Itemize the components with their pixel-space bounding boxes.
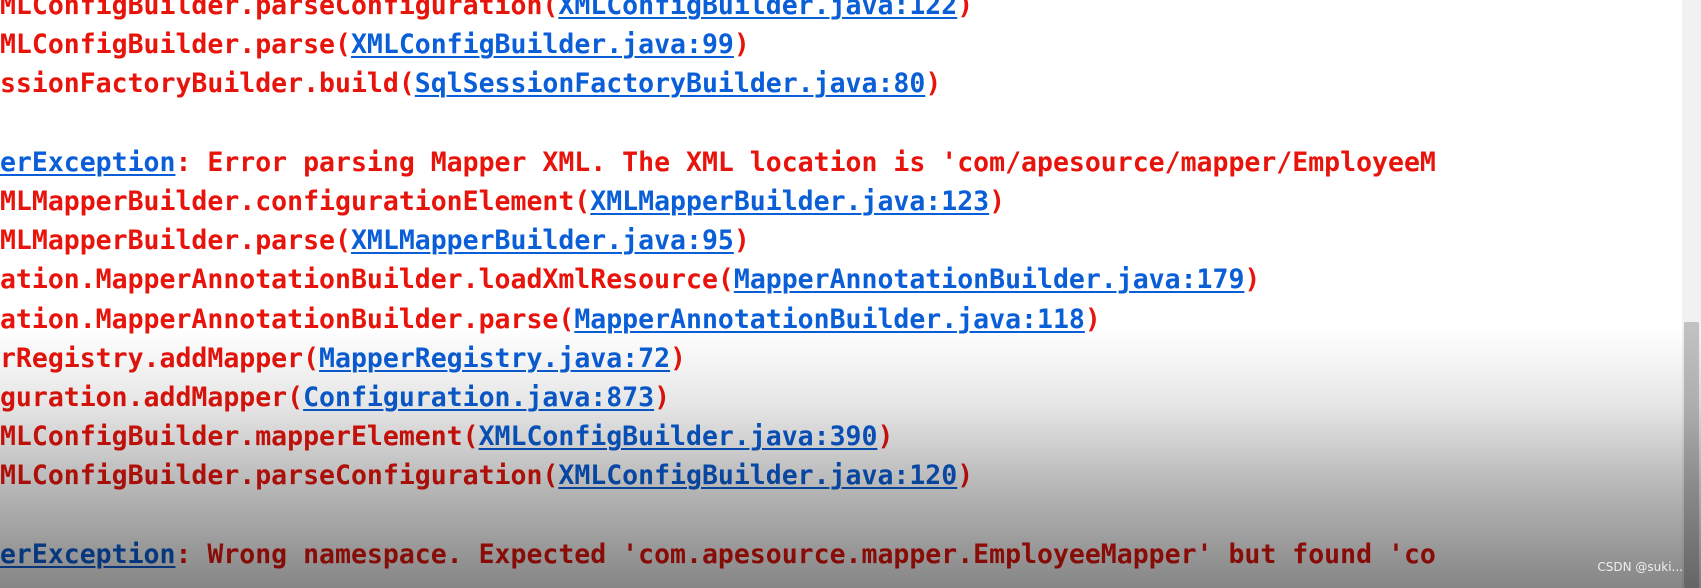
trace-text: tation.MapperAnnotationBuilder.parse( (0, 303, 575, 335)
csdn-watermark: CSDN @suki... (1597, 560, 1683, 574)
trace-text: : Error parsing Mapper XML. The XML loca… (175, 146, 1436, 178)
trace-text: ) (654, 381, 671, 413)
console-line: derException: Error parsing Mapper XML. … (0, 143, 1674, 182)
source-link[interactable]: derException (0, 539, 175, 570)
console-line: XMLMapperBuilder.parse(XMLMapperBuilder.… (0, 221, 1674, 260)
source-link[interactable]: MapperAnnotationBuilder.java:118 (574, 304, 1085, 335)
trace-text: ) (877, 421, 894, 453)
source-link[interactable]: XMLConfigBuilder.java:120 (558, 460, 957, 491)
trace-text: ) (1244, 264, 1261, 296)
console-line: tation.MapperAnnotationBuilder.parse(Map… (0, 300, 1674, 339)
stack-trace-output: XMLConfigBuilder.parseConfiguration(XMLC… (0, 0, 1674, 588)
trace-text: ) (957, 460, 974, 492)
trace-text: XMLConfigBuilder.parseConfiguration( (0, 460, 559, 492)
source-link[interactable]: Configuration.java:873 (303, 382, 654, 413)
console-line: essionFactoryBuilder.build(SqlSessionFac… (0, 64, 1674, 103)
console-line: tation.MapperAnnotationBuilder.loadXmlRe… (0, 260, 1674, 299)
trace-text: ) (925, 68, 942, 100)
trace-text: ) (733, 225, 750, 257)
console-line: XMLConfigBuilder.parseConfiguration(XMLC… (0, 0, 1674, 25)
source-link[interactable]: XMLMapperBuilder.java:123 (590, 186, 989, 217)
source-link[interactable]: derException (0, 147, 175, 178)
console-line: erRegistry.addMapper(MapperRegistry.java… (0, 339, 1674, 378)
vertical-scrollbar[interactable] (1682, 0, 1701, 588)
trace-text: ) (989, 185, 1006, 217)
trace-text: ) (733, 29, 750, 61)
trace-text: ) (957, 0, 974, 21)
source-link[interactable]: SqlSessionFactoryBuilder.java:80 (415, 68, 926, 99)
console-line: iguration.addMapper(Configuration.java:8… (0, 378, 1674, 417)
trace-text: essionFactoryBuilder.build( (0, 68, 415, 100)
trace-text: iguration.addMapper( (0, 381, 304, 413)
console-line: XMLMapperBuilder.configurationElement(XM… (0, 182, 1674, 221)
scrollbar-thumb[interactable] (1684, 322, 1699, 588)
trace-text: XMLConfigBuilder.parseConfiguration( (0, 0, 559, 21)
source-link[interactable]: XMLMapperBuilder.java:95 (351, 225, 734, 256)
trace-text: ) (670, 342, 687, 374)
source-link[interactable]: MapperRegistry.java:72 (319, 343, 670, 374)
trace-text: ) (1084, 303, 1101, 335)
trace-text: XMLMapperBuilder.parse( (0, 225, 351, 257)
console-line: derException: Wrong namespace. Expected … (0, 535, 1674, 574)
source-link[interactable]: XMLConfigBuilder.java:99 (351, 29, 734, 60)
console-window: XMLConfigBuilder.parseConfiguration(XMLC… (0, 0, 1701, 588)
trace-text: tation.MapperAnnotationBuilder.loadXmlRe… (0, 264, 734, 296)
trace-text: XMLMapperBuilder.configurationElement( (0, 185, 591, 217)
console-line: XMLConfigBuilder.parse(XMLConfigBuilder.… (0, 25, 1674, 64)
source-link[interactable]: XMLConfigBuilder.java:122 (558, 0, 957, 21)
source-link[interactable]: XMLConfigBuilder.java:390 (479, 421, 878, 452)
trace-text: : Wrong namespace. Expected 'com.apesour… (175, 538, 1436, 570)
console-line: XMLConfigBuilder.parseConfiguration(XMLC… (0, 456, 1674, 495)
trace-text: erRegistry.addMapper( (0, 342, 320, 374)
console-line: XMLConfigBuilder.mapperElement(XMLConfig… (0, 417, 1674, 456)
source-link[interactable]: MapperAnnotationBuilder.java:179 (734, 264, 1245, 295)
trace-text: XMLConfigBuilder.parse( (0, 29, 351, 61)
trace-text: XMLConfigBuilder.mapperElement( (0, 421, 479, 453)
